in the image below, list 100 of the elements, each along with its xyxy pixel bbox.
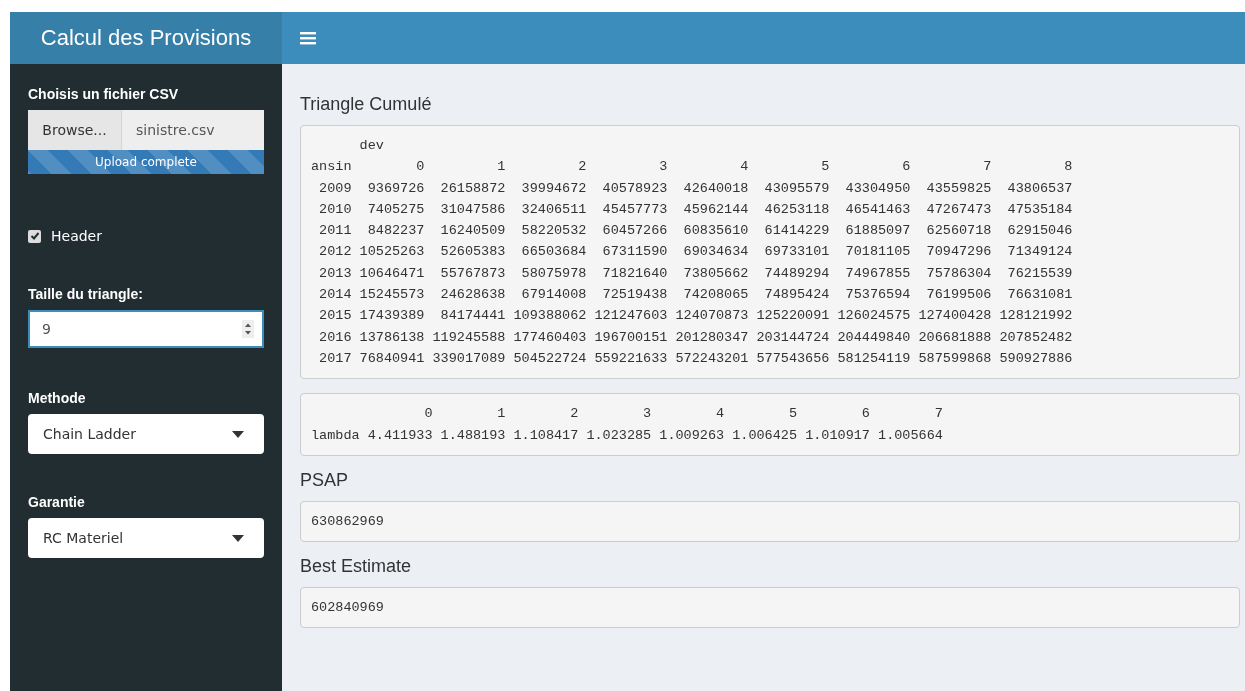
column-header: 7: [982, 158, 992, 177]
table-cell-text: 13786138: [358, 328, 425, 347]
row-header: 2015: [318, 307, 352, 326]
table-cell-text: 55767873: [439, 264, 506, 283]
column-header: 2: [569, 405, 579, 424]
column-header: 0: [415, 158, 425, 177]
spinner-icon[interactable]: [242, 320, 254, 338]
column-header: 6: [901, 158, 911, 177]
menu-icon[interactable]: [300, 31, 316, 45]
table-cell-text: 196700151: [593, 328, 668, 347]
column-header: 4: [739, 158, 749, 177]
caret-icon: [232, 430, 244, 438]
table-cell-text: 66503684: [520, 243, 587, 262]
app-title: Calcul des Provisions: [10, 12, 282, 64]
table-cell-text: 127400428: [917, 307, 992, 326]
number-input[interactable]: 9: [28, 310, 264, 348]
column-header: 4: [715, 405, 725, 424]
table-cell-text: 60457266: [601, 222, 668, 241]
table-cell-text: 4.411933: [366, 426, 433, 445]
section-title: Best Estimate: [300, 556, 412, 578]
row-header: lambda: [311, 426, 360, 445]
best-estimate-output: 602840969: [300, 587, 1240, 629]
table-cell-text: 1.488193: [439, 426, 506, 445]
table-cell-text: 74895424: [763, 286, 830, 305]
table-cell-text: 84174441: [439, 307, 506, 326]
table-cell-text: 125220091: [755, 307, 830, 326]
file-name-field: sinistre.csv: [122, 110, 264, 150]
column-header: 5: [820, 158, 830, 177]
table-cell-text: 7405275: [366, 200, 425, 219]
table-cell-text: 76631081: [1006, 286, 1073, 305]
method-select[interactable]: Chain Ladder: [28, 414, 264, 454]
table-cell-text: 60835610: [682, 222, 749, 241]
row-header: 2017: [318, 349, 352, 368]
table-cell-text: 128121992: [998, 307, 1073, 326]
table-cell-text: 10525263: [358, 243, 425, 262]
table-cell-text: 71349124: [1006, 243, 1073, 262]
table-cell-text: 1.010917: [804, 426, 870, 445]
table-cell-text: 1.009263: [658, 426, 725, 445]
column-header: 3: [658, 158, 668, 177]
progress-text: Upload complete: [95, 155, 197, 169]
field-label: Choisis un fichier CSV: [28, 86, 179, 102]
table-cell-text: 47267473: [925, 200, 992, 219]
table-cell-text: 74208065: [682, 286, 749, 305]
row-header: 2014: [318, 286, 352, 305]
row-header: 2016: [318, 328, 352, 347]
table-cell-text: 43095579: [763, 179, 830, 198]
table-cell-text: 119245588: [431, 328, 506, 347]
column-header: 1: [496, 405, 506, 424]
table-cell-text: 587599868: [917, 349, 992, 368]
table-cell-text: 124070873: [674, 307, 749, 326]
column-header: 8: [1063, 158, 1073, 177]
table-cell-text: 74489294: [763, 264, 830, 283]
browse-button[interactable]: Browse...: [28, 110, 122, 150]
table-cell-text: 577543656: [755, 349, 830, 368]
table-cell-text: 43304950: [844, 179, 911, 198]
guarantee-select[interactable]: RC Materiel: [28, 518, 264, 558]
table-cell-text: 126024575: [836, 307, 911, 326]
table-cell-text: 201280347: [674, 328, 749, 347]
table-cell-text: 47535184: [1006, 200, 1073, 219]
table-cell-text: 69034634: [682, 243, 749, 262]
column-header: 7: [933, 405, 943, 424]
row-header: 2009: [318, 179, 352, 198]
table-cell-text: 71821640: [601, 264, 668, 283]
table-cell-text: 70181105: [844, 243, 911, 262]
table-cell-text: 504522724: [512, 349, 587, 368]
column-header: 2: [577, 158, 587, 177]
row-header: ansin: [311, 158, 352, 177]
table-cell-text: 52605383: [439, 243, 506, 262]
table-cell-text: 42640018: [682, 179, 749, 198]
table-cell-text: 26158872: [439, 179, 506, 198]
table-cell-text: 204449840: [836, 328, 911, 347]
table-cell-text: 58220532: [520, 222, 587, 241]
table-cell-text: 32406511: [520, 200, 587, 219]
table-cell-text: 581254119: [836, 349, 911, 368]
row-header: 2013: [318, 264, 352, 283]
table-cell-text: 61414229: [763, 222, 830, 241]
table-cell-text: 8482237: [366, 222, 425, 241]
column-header: 3: [642, 405, 652, 424]
caret-icon: [232, 534, 244, 542]
table-cell-text: 46541463: [844, 200, 911, 219]
header-checkbox[interactable]: [28, 229, 41, 243]
table-cell-text: 43559825: [925, 179, 992, 198]
table-cell-text: 9369726: [366, 179, 425, 198]
table-cell-text: 572243201: [674, 349, 749, 368]
table-cell-text: 76840941: [358, 349, 425, 368]
table-cell-text: 203144724: [755, 328, 830, 347]
table-cell-text: 62915046: [1006, 222, 1073, 241]
table-cell-text: 1.006425: [731, 426, 798, 445]
table-cell-text: 559221633: [593, 349, 668, 368]
field-label: Taille du triangle:: [28, 286, 143, 302]
table-cell-text: 339017089: [431, 349, 506, 368]
table-cell-text: 177460403: [512, 328, 587, 347]
table-cell-text: 61885097: [844, 222, 911, 241]
table-cell-text: 590927886: [998, 349, 1073, 368]
table-cell-text: 206681888: [917, 328, 992, 347]
table-cell-text: 46253118: [763, 200, 830, 219]
table-cell-text: 16240509: [439, 222, 506, 241]
column-header: 1: [496, 158, 506, 177]
table-cell-text: 43806537: [1006, 179, 1073, 198]
psap-output: 630862969: [300, 500, 1240, 543]
